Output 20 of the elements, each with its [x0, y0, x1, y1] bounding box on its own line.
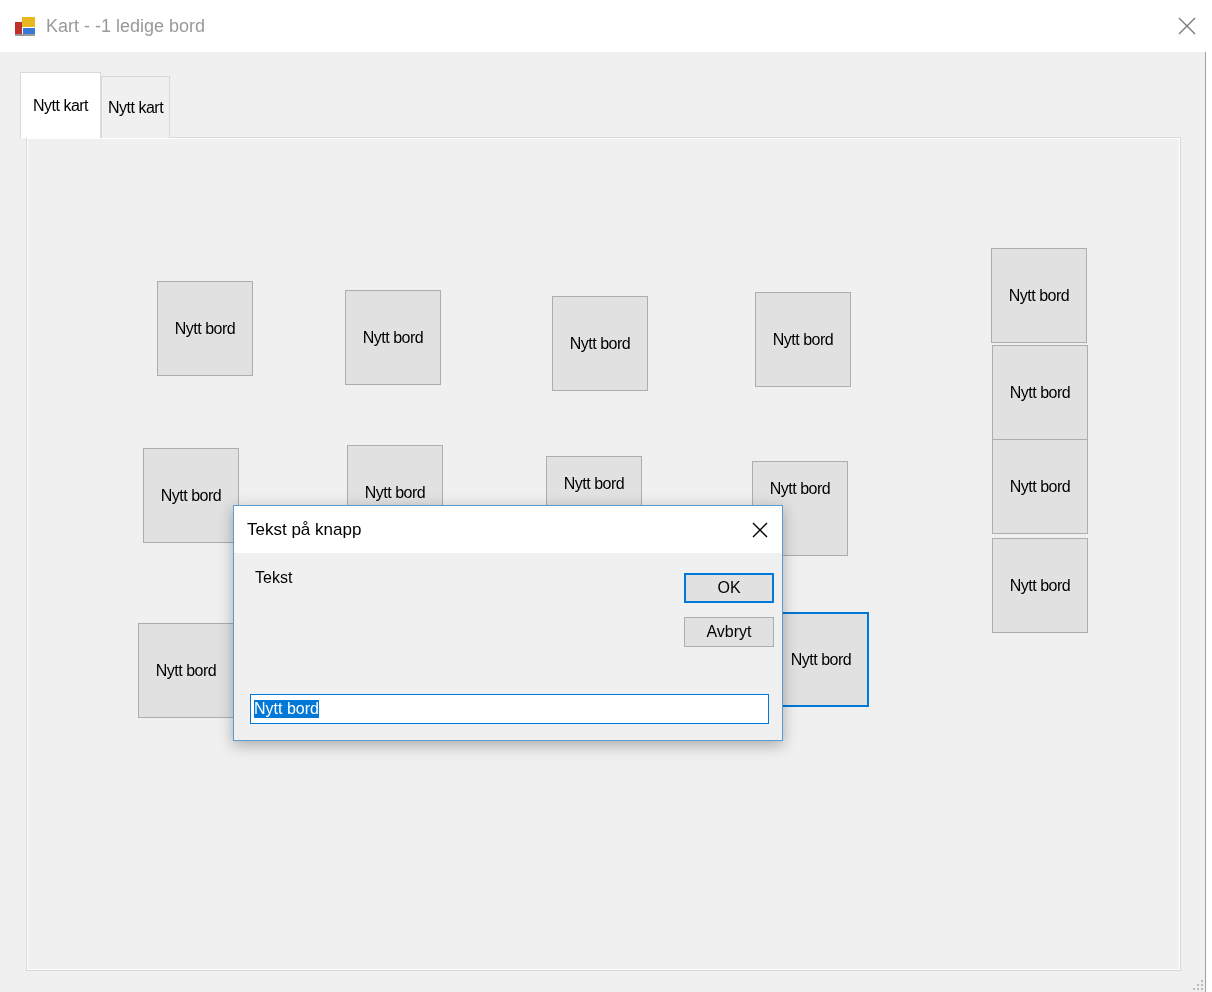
close-icon[interactable]: [752, 521, 768, 538]
table-button[interactable]: Nytt bord: [157, 281, 253, 376]
table-button[interactable]: Nytt bord: [345, 290, 441, 385]
window-title: Kart - -1 ledige bord: [46, 15, 206, 37]
table-button[interactable]: Nytt bord: [991, 248, 1087, 343]
table-button[interactable]: Nytt bord: [992, 345, 1088, 440]
cancel-button[interactable]: Avbryt: [684, 617, 774, 647]
table-button[interactable]: Nytt bord: [992, 439, 1088, 534]
map-tab[interactable]: Nytt kart: [20, 72, 102, 138]
table-button[interactable]: Nytt bord: [992, 538, 1088, 633]
ok-button[interactable]: OK: [684, 573, 774, 603]
map-tab[interactable]: Nytt kart: [101, 76, 171, 138]
app-icon: [15, 16, 37, 36]
table-button[interactable]: Nytt bord: [552, 296, 648, 391]
text-field[interactable]: Nytt bord: [250, 694, 769, 724]
table-button[interactable]: Nytt bord: [143, 448, 239, 543]
prompt-label: Tekst: [255, 569, 294, 587]
table-button[interactable]: Nytt bord: [755, 292, 851, 387]
table-button[interactable]: Nytt bord: [138, 623, 234, 718]
resize-grip-icon[interactable]: [1193, 980, 1203, 990]
